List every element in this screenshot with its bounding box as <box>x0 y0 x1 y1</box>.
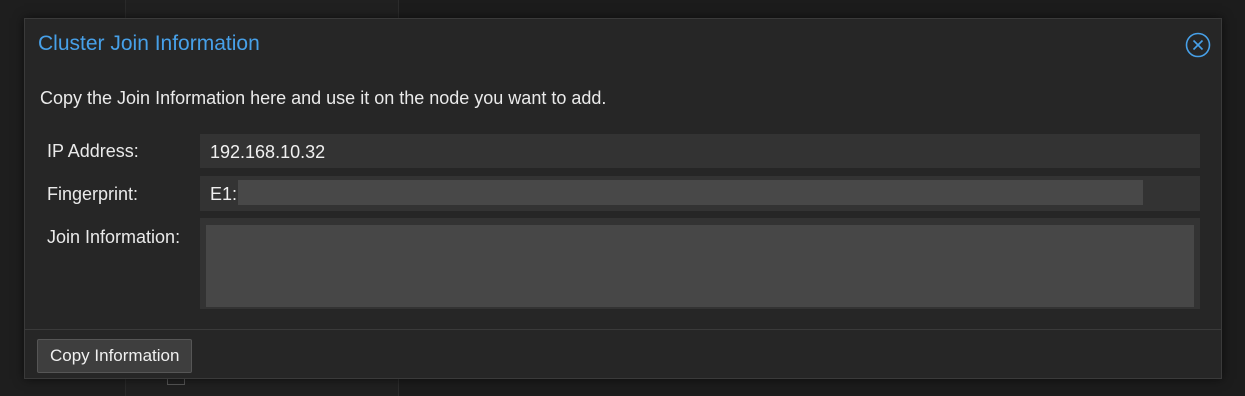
ip-address-value: 192.168.10.32 <box>210 142 326 162</box>
dialog-description: Copy the Join Information here and use i… <box>40 88 607 108</box>
copy-information-button[interactable]: Copy Information <box>37 339 193 373</box>
fingerprint-redacted <box>238 180 1143 205</box>
close-icon[interactable] <box>1185 32 1211 58</box>
footer-divider <box>25 329 1221 330</box>
ip-address-label: IP Address: <box>47 141 139 161</box>
fingerprint-value: E1: <box>210 184 238 204</box>
ip-address-field[interactable]: 192.168.10.32 <box>200 134 1200 168</box>
join-information-textarea[interactable] <box>206 225 1194 307</box>
fingerprint-field[interactable]: E1: <box>200 176 1200 211</box>
join-information-field[interactable] <box>200 218 1200 309</box>
fingerprint-label: Fingerprint: <box>47 184 139 204</box>
join-information-label: Join Information: <box>47 227 181 247</box>
cluster-join-dialog: Cluster Join Information Copy the Join I… <box>24 18 1222 379</box>
dialog-title: Cluster Join Information <box>38 32 260 55</box>
